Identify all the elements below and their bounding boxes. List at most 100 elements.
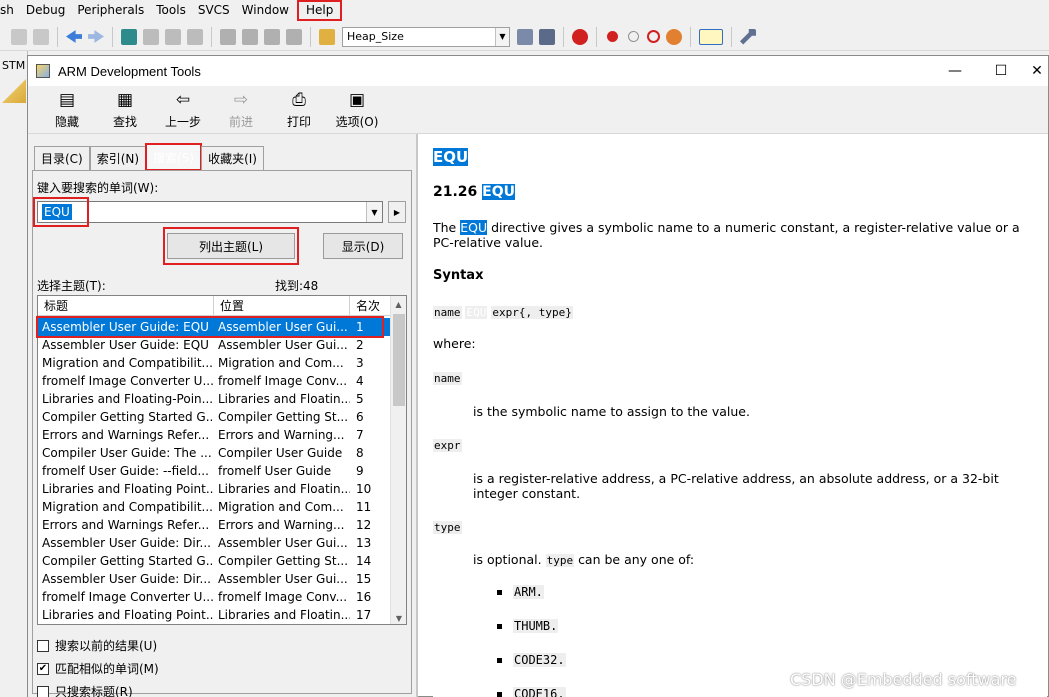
- table-row[interactable]: fromelf Image Converter U... fromelf Imag…: [38, 372, 392, 390]
- results-scrollbar[interactable]: ▲ ▼: [390, 296, 406, 624]
- maximize-button[interactable]: ☐: [978, 56, 1024, 86]
- nav-forward-icon[interactable]: [88, 30, 104, 43]
- table-row[interactable]: Libraries and Floating Point... Libraries…: [38, 606, 392, 624]
- options-button[interactable]: ▣ 选项(O): [328, 86, 386, 130]
- search-input-value: EQU: [42, 204, 72, 220]
- tab-index[interactable]: 索引(N): [89, 146, 147, 170]
- scroll-up-icon[interactable]: ▲: [391, 296, 406, 312]
- list-topics-button[interactable]: 列出主题(L): [167, 233, 295, 259]
- find-label: 查找: [112, 115, 137, 129]
- table-row[interactable]: Assembler User Guide: Dir... Assembler Us…: [38, 534, 392, 552]
- incremental-find-icon[interactable]: [539, 28, 555, 45]
- bookmark-next-icon[interactable]: [165, 28, 181, 45]
- table-row[interactable]: Migration and Compatibilit... Migration a…: [38, 498, 392, 516]
- result-rank: 3: [356, 356, 364, 370]
- help-window-title: ARM Development Tools: [58, 63, 201, 79]
- topic-content: EQU 21.26 EQU The EQU directive gives a …: [433, 134, 1047, 697]
- tab-favorites[interactable]: 收藏夹(I): [201, 146, 264, 170]
- table-row[interactable]: Compiler User Guide: The ... Compiler Use…: [38, 444, 392, 462]
- table-row[interactable]: Migration and Compatibilit... Migration a…: [38, 354, 392, 372]
- nav-back-icon[interactable]: [66, 30, 82, 43]
- section-heading: 21.26 EQU: [433, 184, 516, 200]
- option-search-previous[interactable]: 搜索以前的结果(U): [37, 637, 157, 654]
- result-rank: 9: [356, 464, 364, 478]
- result-title: fromelf User Guide: --field...: [42, 464, 209, 478]
- project-tab-label[interactable]: STM: [2, 59, 25, 72]
- ide-menubar: sh Debug Peripherals Tools SVCS Window H…: [0, 0, 1049, 21]
- checkbox[interactable]: [37, 639, 49, 652]
- menu-help[interactable]: Help: [296, 0, 343, 21]
- find-in-files-icon[interactable]: [319, 28, 335, 45]
- table-row[interactable]: Compiler Getting Started G... Compiler Ge…: [38, 408, 392, 426]
- scroll-down-icon[interactable]: ▼: [391, 610, 406, 624]
- option-titles-only[interactable]: 只搜索标题(R): [37, 683, 133, 697]
- heap-size-combo[interactable]: Heap_Size ▼: [342, 26, 510, 47]
- column-header-location[interactable]: 位置: [214, 296, 350, 316]
- column-header-rank[interactable]: 名次: [350, 296, 392, 316]
- option-match-similar[interactable]: ✔ 匹配相似的单词(M): [37, 660, 159, 677]
- tab-contents[interactable]: 目录(C): [34, 146, 90, 170]
- results-list[interactable]: 标题 位置 名次 Assembler User Guide: EQU Assemb…: [37, 295, 407, 625]
- section-number: 21.26: [433, 184, 478, 200]
- checkbox[interactable]: [37, 685, 49, 697]
- hide-button[interactable]: ▤ 隐藏: [38, 86, 96, 130]
- comment-icon[interactable]: [264, 28, 280, 45]
- back-label: 上一步: [164, 115, 201, 129]
- table-row[interactable]: Assembler User Guide: EQU Assembler User …: [38, 318, 392, 336]
- table-row[interactable]: Compiler Getting Started G... Compiler Ge…: [38, 552, 392, 570]
- param-description: is the symbolic name to assign to the va…: [473, 404, 750, 419]
- close-button[interactable]: ✕: [1024, 56, 1049, 86]
- debug-session-icon[interactable]: [572, 28, 588, 45]
- forward-label: 前进: [228, 115, 253, 129]
- checkbox-checked[interactable]: ✔: [37, 662, 49, 675]
- search-menu-arrow-icon[interactable]: ▶: [388, 201, 406, 223]
- menu-debug[interactable]: Debug: [20, 0, 71, 21]
- table-row[interactable]: Errors and Warnings Refer... Errors and W…: [38, 426, 392, 444]
- bookmark-prev-icon[interactable]: [143, 28, 159, 45]
- menu-peripherals[interactable]: Peripherals: [71, 0, 150, 21]
- minimize-button[interactable]: —: [932, 56, 978, 86]
- result-location: Assembler User Gui...: [218, 536, 348, 550]
- breakpoint-insert-icon[interactable]: [607, 31, 618, 42]
- menu-tools[interactable]: Tools: [150, 0, 192, 21]
- table-row[interactable]: Assembler User Guide: Dir... Assembler Us…: [38, 570, 392, 588]
- indent-icon[interactable]: [220, 28, 236, 45]
- print-button[interactable]: ⎙ 打印: [270, 86, 328, 130]
- uncomment-icon[interactable]: [286, 28, 302, 45]
- tab-search[interactable]: 搜索(S): [145, 143, 203, 171]
- undo-icon[interactable]: [11, 28, 27, 45]
- back-button[interactable]: ⇦ 上一步: [154, 86, 212, 130]
- forward-button[interactable]: ⇨ 前进: [212, 86, 270, 130]
- redo-icon[interactable]: [33, 28, 49, 45]
- breakpoint-enable-icon[interactable]: [628, 31, 639, 42]
- table-row[interactable]: fromelf User Guide: --field... fromelf Us…: [38, 462, 392, 480]
- column-header-title[interactable]: 标题: [38, 296, 214, 316]
- scroll-thumb[interactable]: [393, 314, 405, 406]
- table-row[interactable]: Errors and Warnings Refer... Errors and W…: [38, 516, 392, 534]
- chevron-down-icon[interactable]: ▼: [495, 27, 509, 46]
- find-icon[interactable]: [517, 28, 533, 45]
- menu-svcs[interactable]: SVCS: [192, 0, 236, 21]
- topic-heading-text: EQU: [433, 148, 469, 166]
- result-location: Assembler User Gui...: [218, 338, 348, 352]
- wrench-icon[interactable]: [740, 28, 756, 45]
- bookmark-clear-icon[interactable]: [187, 28, 203, 45]
- find-button[interactable]: ▦ 查找: [96, 86, 154, 130]
- table-row[interactable]: fromelf Image Converter U... fromelf Imag…: [38, 588, 392, 606]
- breakpoint-disable-all-icon[interactable]: [647, 30, 660, 43]
- search-input[interactable]: EQU ▼: [37, 201, 383, 223]
- table-row[interactable]: Libraries and Floating-Poin... Libraries …: [38, 390, 392, 408]
- table-row[interactable]: Assembler User Guide: EQU Assembler User …: [38, 336, 392, 354]
- result-location: fromelf Image Conv...: [218, 590, 348, 604]
- window-layout-icon[interactable]: [699, 28, 723, 45]
- table-row[interactable]: Libraries and Floating Point... Libraries…: [38, 480, 392, 498]
- display-button[interactable]: 显示(D): [323, 233, 403, 259]
- bookmark-icon[interactable]: [121, 28, 137, 45]
- menu-flash[interactable]: sh: [0, 0, 20, 21]
- toolbar-separator: [690, 26, 691, 47]
- outdent-icon[interactable]: [242, 28, 258, 45]
- breakpoint-kill-all-icon[interactable]: [666, 28, 682, 45]
- print-icon: ⎙: [292, 90, 306, 110]
- menu-window[interactable]: Window: [236, 0, 295, 21]
- chevron-down-icon[interactable]: ▼: [366, 202, 382, 222]
